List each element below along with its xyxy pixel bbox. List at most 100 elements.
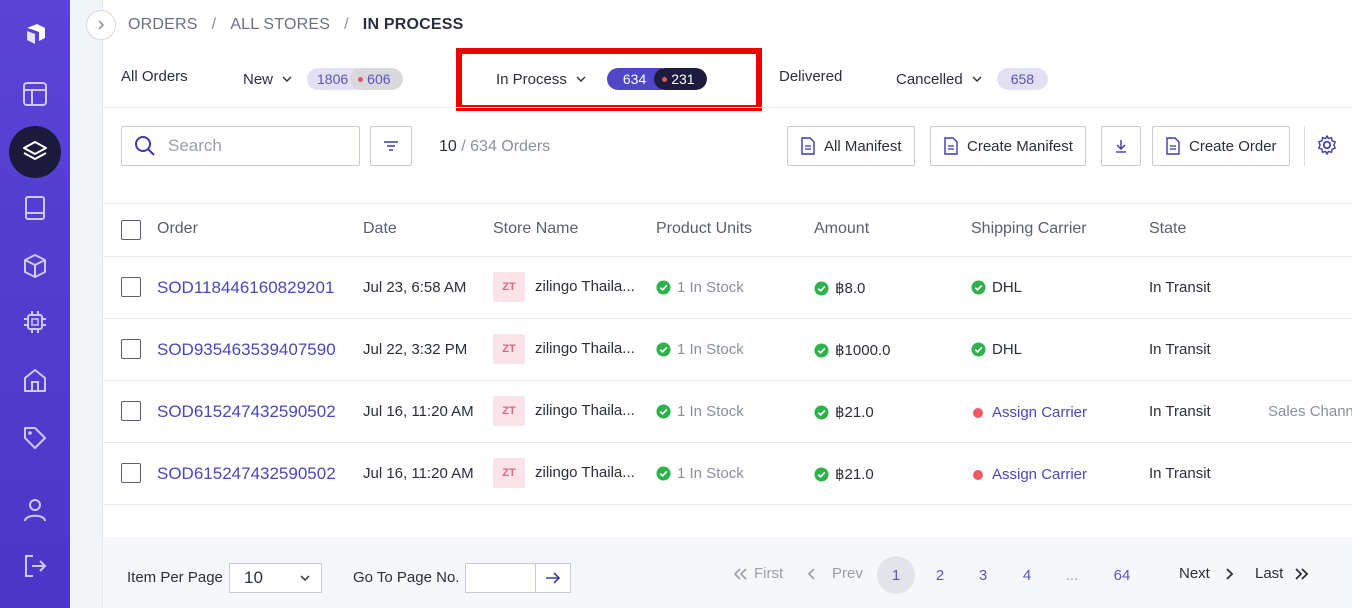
filter-button[interactable]	[370, 126, 412, 166]
column-header-carrier[interactable]: Shipping Carrier	[971, 220, 1087, 238]
download-icon	[1116, 140, 1126, 153]
column-header-amount[interactable]: Amount	[814, 220, 869, 238]
page-2[interactable]: 2	[921, 556, 959, 594]
column-header-units[interactable]: Product Units	[656, 220, 752, 238]
search-box[interactable]	[121, 126, 360, 166]
last-page-button[interactable]: Last	[1255, 565, 1311, 582]
all-manifest-button[interactable]: All Manifest	[787, 126, 915, 166]
row-checkbox[interactable]	[121, 339, 141, 359]
next-page-button[interactable]: Next	[1179, 565, 1236, 582]
sales-channel: Sales Chann	[1268, 403, 1352, 420]
sidebar-item-integrations[interactable]	[0, 294, 70, 350]
collapse-sidebar-button[interactable]	[86, 10, 116, 40]
tab-new[interactable]: New 1806 606	[243, 68, 403, 90]
tab-all-orders[interactable]: All Orders	[121, 68, 188, 85]
tab-delivered[interactable]: Delivered	[779, 68, 842, 85]
box-icon	[24, 254, 46, 278]
breadcrumb-separator: /	[211, 16, 217, 33]
assign-carrier-link[interactable]: Assign Carrier	[973, 404, 1087, 421]
column-header-order[interactable]: Order	[157, 220, 198, 238]
logout-icon	[25, 555, 47, 577]
column-header-state[interactable]: State	[1149, 220, 1186, 238]
create-order-button[interactable]: Create Order	[1152, 126, 1290, 166]
new-count-badge: 1806 606	[307, 68, 403, 90]
sidebar-item-logout[interactable]	[0, 538, 70, 594]
check-circle-icon	[656, 404, 671, 419]
page-1[interactable]: 1	[877, 556, 915, 594]
sidebar-item-warehouse[interactable]	[0, 352, 70, 408]
document-icon	[801, 137, 815, 155]
breadcrumb-orders[interactable]: ORDERS	[128, 16, 198, 34]
goto-page-input[interactable]	[466, 564, 536, 592]
row-checkbox[interactable]	[121, 463, 141, 483]
chip-icon	[24, 311, 46, 333]
store-name: zilingo Thaila...	[535, 402, 635, 419]
warning-dot-icon	[973, 469, 983, 480]
check-circle-icon	[814, 342, 829, 358]
row-checkbox[interactable]	[121, 401, 141, 421]
tab-label: Delivered	[779, 68, 843, 85]
row-checkbox[interactable]	[121, 277, 141, 297]
assign-carrier-link[interactable]: Assign Carrier	[973, 466, 1087, 483]
breadcrumb-all-stores[interactable]: ALL STORES	[230, 16, 330, 34]
tab-label: New	[243, 70, 274, 88]
document-icon	[944, 137, 958, 155]
store-avatar: ZT	[493, 272, 525, 302]
order-id-link[interactable]: SOD615247432590502	[157, 402, 336, 422]
store-avatar: ZT	[493, 396, 525, 426]
sidebar-item-dashboard[interactable]	[0, 66, 70, 122]
tab-cancelled[interactable]: Cancelled 658	[896, 68, 1049, 90]
breadcrumb-current: IN PROCESS	[362, 16, 464, 33]
sidebar-item-catalog[interactable]	[0, 180, 70, 236]
order-id-link[interactable]: SOD118446160829201	[157, 278, 334, 298]
amount: ฿1000.0	[814, 341, 890, 359]
document-icon	[1166, 137, 1180, 155]
page-4[interactable]: 4	[1008, 556, 1046, 594]
check-circle-icon	[656, 466, 671, 481]
column-header-store[interactable]: Store Name	[493, 220, 578, 238]
order-id-link[interactable]: SOD615247432590502	[157, 464, 336, 484]
chevron-down-icon[interactable]	[281, 73, 293, 85]
layers-icon	[23, 141, 47, 160]
page-3[interactable]: 3	[964, 556, 1002, 594]
order-id-link[interactable]: SOD935463539407590	[157, 340, 336, 360]
app-logo[interactable]	[0, 6, 70, 62]
store-avatar: ZT	[493, 334, 525, 364]
amount: ฿21.0	[814, 403, 874, 421]
order-state: In Transit	[1149, 403, 1211, 420]
store-name: zilingo Thaila...	[535, 340, 635, 357]
sidebar-item-orders[interactable]	[0, 124, 70, 180]
chevron-down-icon	[300, 575, 310, 581]
breadcrumb-separator: /	[344, 16, 349, 33]
book-icon	[25, 196, 45, 220]
order-date: Jul 22, 3:32 PM	[363, 341, 468, 358]
logo-icon	[27, 24, 45, 44]
select-all-checkbox[interactable]	[121, 220, 141, 240]
sidebar-item-tags[interactable]	[0, 410, 70, 466]
chevron-down-icon[interactable]	[971, 73, 983, 85]
sidebar	[0, 0, 70, 608]
column-header-date[interactable]: Date	[363, 220, 397, 238]
tab-label: All Orders	[121, 68, 188, 85]
sidebar-item-profile[interactable]	[0, 482, 70, 538]
cancelled-count-badge: 658	[996, 68, 1049, 90]
search-input[interactable]	[168, 136, 338, 156]
first-page-button[interactable]: First	[732, 565, 783, 582]
prev-page-button[interactable]: Prev	[806, 565, 863, 582]
check-circle-icon	[971, 342, 986, 357]
chevron-left-icon	[807, 567, 815, 580]
goto-page-button[interactable]	[536, 564, 570, 592]
product-units: 1 In Stock	[656, 341, 744, 358]
product-units: 1 In Stock	[656, 403, 744, 420]
create-manifest-button[interactable]: Create Manifest	[930, 126, 1086, 166]
shipping-carrier: DHL	[971, 341, 1022, 358]
order-state: In Transit	[1149, 279, 1211, 296]
sidebar-item-products[interactable]	[0, 238, 70, 294]
shipping-carrier: DHL	[971, 279, 1022, 296]
selection-highlight	[456, 48, 762, 111]
page-64[interactable]: 64	[1103, 556, 1141, 594]
gear-icon[interactable]	[1316, 134, 1338, 156]
double-chevron-right-icon	[1295, 567, 1309, 580]
download-button[interactable]	[1101, 126, 1141, 166]
item-per-page-select[interactable]: 10	[229, 563, 322, 593]
